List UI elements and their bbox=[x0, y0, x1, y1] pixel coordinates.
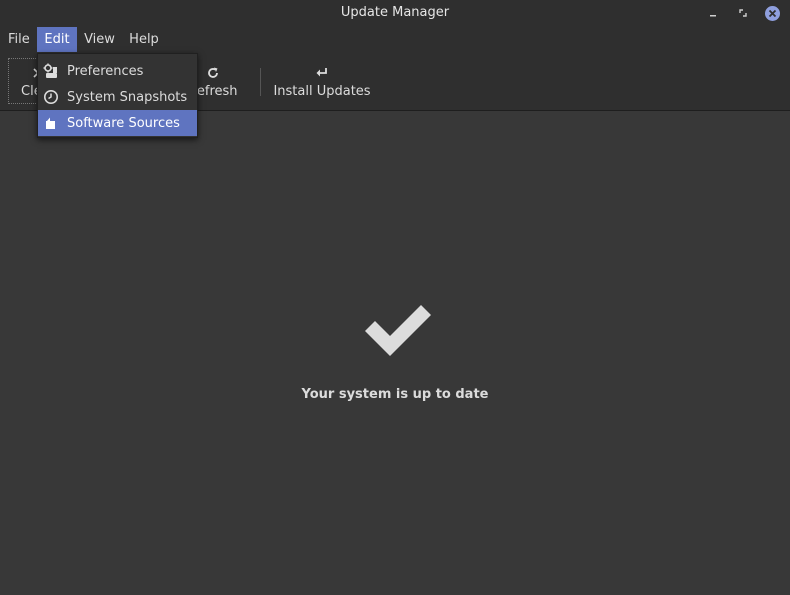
menu-bar: File Edit View Help bbox=[0, 27, 790, 52]
close-button[interactable] bbox=[763, 4, 781, 22]
title-bar: Update Manager bbox=[0, 0, 790, 27]
update-manager-window: Update Manager File Edit View Help Refre… bbox=[0, 0, 790, 595]
install-updates-button[interactable]: Install Updates bbox=[270, 58, 374, 104]
menu-item-software-sources[interactable]: Software Sources bbox=[38, 110, 197, 136]
edit-menu-dropdown: Preferences System Snapshots Software So… bbox=[37, 53, 198, 138]
preferences-icon bbox=[43, 63, 59, 79]
menu-item-system-snapshots[interactable]: System Snapshots bbox=[38, 84, 197, 110]
minimize-icon bbox=[710, 15, 716, 17]
menu-item-preferences[interactable]: Preferences bbox=[38, 58, 197, 84]
status-message: Your system is up to date bbox=[301, 387, 489, 402]
minimize-button[interactable] bbox=[704, 4, 722, 22]
window-title: Update Manager bbox=[340, 5, 450, 20]
menu-item-label: System Snapshots bbox=[67, 89, 188, 105]
main-content: Your system is up to date bbox=[0, 111, 790, 595]
menu-edit[interactable]: Edit bbox=[37, 27, 77, 52]
menu-file[interactable]: File bbox=[0, 27, 38, 52]
menu-item-label: Preferences bbox=[67, 63, 144, 79]
toolbar-separator bbox=[260, 68, 261, 96]
menu-item-label: Software Sources bbox=[67, 115, 180, 131]
menu-view[interactable]: View bbox=[77, 27, 122, 52]
clock-icon bbox=[43, 89, 59, 105]
menu-help[interactable]: Help bbox=[122, 27, 166, 52]
refresh-icon bbox=[206, 64, 220, 82]
package-icon bbox=[43, 115, 59, 131]
maximize-icon bbox=[739, 9, 747, 17]
close-icon bbox=[764, 5, 780, 21]
maximize-button[interactable] bbox=[734, 4, 752, 22]
install-updates-label: Install Updates bbox=[273, 83, 371, 99]
enter-arrow-icon bbox=[315, 64, 329, 82]
checkmark-icon bbox=[365, 305, 431, 356]
